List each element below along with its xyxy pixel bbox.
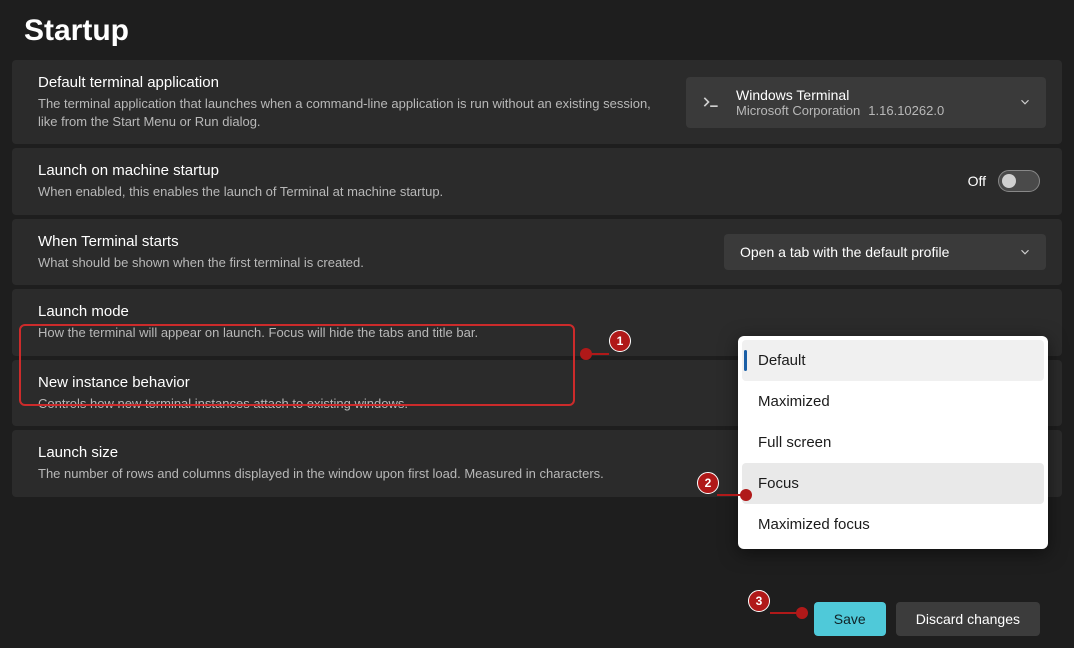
setting-title: When Terminal starts	[38, 233, 708, 250]
setting-text: Launch on machine startup When enabled, …	[38, 162, 952, 201]
footer-actions: Save Discard changes	[814, 602, 1040, 636]
default-terminal-dropdown[interactable]: Windows Terminal Microsoft Corporation1.…	[686, 77, 1046, 128]
chevron-down-icon	[1018, 95, 1032, 109]
annotation-badge-3: 3	[748, 590, 770, 612]
setting-desc: The terminal application that launches w…	[38, 95, 670, 130]
launch-mode-option-maximized-focus[interactable]: Maximized focus	[742, 504, 1044, 545]
toggle-wrap: Off	[968, 170, 1046, 192]
setting-when-terminal-starts[interactable]: When Terminal starts What should be show…	[12, 219, 1062, 286]
annotation-dot-1	[580, 348, 592, 360]
page-title: Startup	[0, 0, 1074, 60]
dropdown-value: Open a tab with the default profile	[740, 244, 949, 260]
launch-on-startup-toggle[interactable]	[998, 170, 1040, 192]
chevron-down-icon	[1018, 245, 1032, 259]
toggle-knob	[1002, 174, 1016, 188]
annotation-badge-2: 2	[697, 472, 719, 494]
launch-mode-option-default[interactable]: Default	[742, 340, 1044, 381]
annotation-dot-3	[796, 607, 808, 619]
setting-desc: What should be shown when the first term…	[38, 254, 708, 272]
setting-text: Default terminal application The termina…	[38, 74, 670, 130]
annotation-badge-1: 1	[609, 330, 631, 352]
launch-mode-dropdown-popup: Default Maximized Full screen Focus Maxi…	[738, 336, 1048, 549]
discard-button[interactable]: Discard changes	[896, 602, 1040, 636]
dropdown-value-sub: Microsoft Corporation1.16.10262.0	[736, 103, 944, 118]
dropdown-value-title: Windows Terminal	[736, 87, 944, 103]
terminal-icon	[700, 91, 722, 113]
setting-title: Default terminal application	[38, 74, 670, 91]
toggle-state-label: Off	[968, 173, 986, 189]
setting-text: When Terminal starts What should be show…	[38, 233, 708, 272]
setting-launch-on-startup[interactable]: Launch on machine startup When enabled, …	[12, 148, 1062, 215]
dropdown-text: Windows Terminal Microsoft Corporation1.…	[736, 87, 944, 118]
setting-title: Launch on machine startup	[38, 162, 952, 179]
launch-mode-option-full-screen[interactable]: Full screen	[742, 422, 1044, 463]
setting-default-terminal[interactable]: Default terminal application The termina…	[12, 60, 1062, 144]
launch-mode-option-focus[interactable]: Focus	[742, 463, 1044, 504]
setting-title: Launch mode	[38, 303, 1046, 320]
setting-desc: When enabled, this enables the launch of…	[38, 183, 952, 201]
launch-mode-option-maximized[interactable]: Maximized	[742, 381, 1044, 422]
save-button[interactable]: Save	[814, 602, 886, 636]
annotation-dot-2	[740, 489, 752, 501]
when-starts-dropdown[interactable]: Open a tab with the default profile	[724, 234, 1046, 270]
